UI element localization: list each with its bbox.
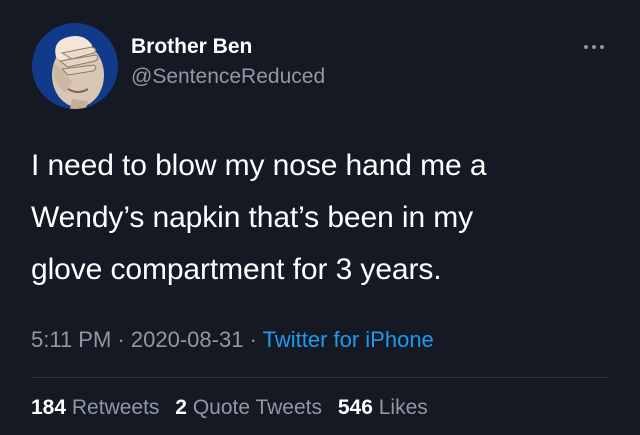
divider: [31, 377, 608, 378]
meta-separator: ·: [117, 327, 125, 352]
likes-stat[interactable]: 546 Likes: [338, 396, 428, 419]
retweets-stat[interactable]: 184 Retweets: [31, 396, 159, 419]
quote-tweets-label: Quote Tweets: [192, 396, 323, 419]
likes-label: Likes: [378, 396, 428, 419]
tweet-stats: 184 Retweets 2 Quote Tweets 546 Likes: [31, 396, 428, 420]
likes-count: 546: [337, 396, 373, 419]
tweet-meta: 5:11 PM · 2020-08-31 · Twitter for iPhon…: [31, 327, 434, 353]
facepalm-avatar-icon: [32, 23, 118, 109]
tweet-time[interactable]: 5:11 PM: [31, 327, 111, 352]
tweet-source-link[interactable]: Twitter for iPhone: [263, 327, 434, 352]
author-handle[interactable]: @SentenceReduced: [131, 65, 325, 89]
retweets-label: Retweets: [71, 396, 160, 419]
author-avatar[interactable]: [32, 23, 118, 109]
quote-tweets-stat[interactable]: 2 Quote Tweets: [175, 396, 322, 419]
tweet-text-line: glove compartment for 3 years.: [31, 253, 442, 286]
meta-separator: ·: [249, 327, 257, 352]
author-display-name[interactable]: Brother Ben: [131, 35, 252, 59]
quote-tweets-count: 2: [175, 396, 187, 419]
more-icon[interactable]: [583, 44, 605, 50]
tweet-text-line: I need to blow my nose hand me a: [31, 149, 487, 182]
tweet-text-line: Wendy’s napkin that’s been in my: [31, 201, 474, 234]
tweet-text: I need to blow my nose hand me a Wendy’s…: [31, 140, 601, 296]
retweets-count: 184: [31, 396, 67, 419]
tweet-date[interactable]: 2020-08-31: [131, 327, 244, 352]
